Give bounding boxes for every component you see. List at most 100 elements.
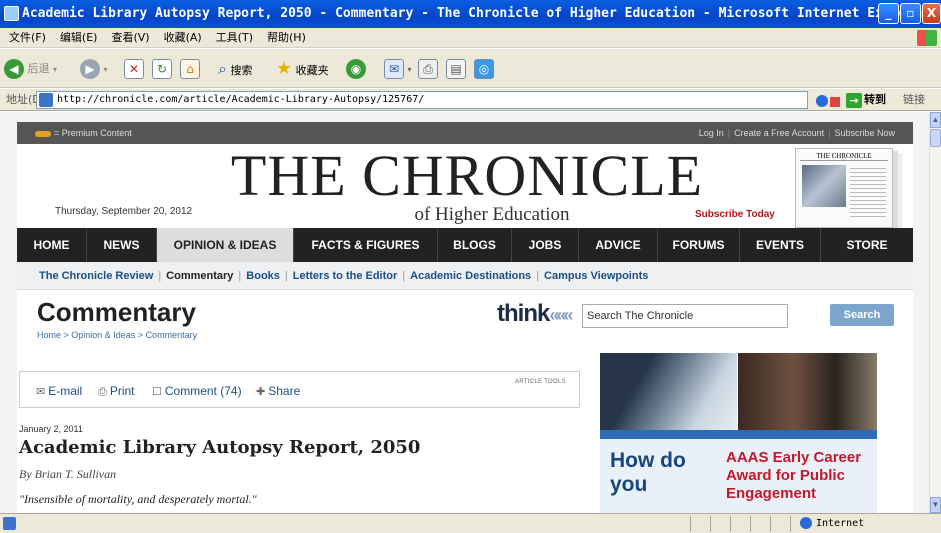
windows-logo-icon <box>917 30 937 46</box>
ie-icon <box>4 6 19 21</box>
nav-advice[interactable]: ADVICE <box>579 228 658 262</box>
browser-window: Academic Library Autopsy Report, 2050 - … <box>0 0 941 533</box>
divider: | <box>536 270 540 282</box>
status-divider <box>690 516 691 532</box>
ad-headline: How do you <box>610 449 686 496</box>
login-link[interactable]: Log In <box>695 128 728 138</box>
print-tool[interactable]: ⎙ Print <box>98 384 135 399</box>
nav-home[interactable]: HOME <box>17 228 87 262</box>
menu-help[interactable]: 帮助(H) <box>260 28 313 48</box>
window-title: Academic Library Autopsy Report, 2050 - … <box>22 6 930 21</box>
mail-dropdown-icon[interactable]: ▾ <box>408 65 412 74</box>
messenger-button[interactable]: ◎ <box>474 56 494 82</box>
scroll-up-icon[interactable]: ▲ <box>930 112 941 128</box>
subnav-letters[interactable]: Letters to the Editor <box>293 270 398 282</box>
scroll-down-icon[interactable]: ▼ <box>930 497 941 513</box>
nav-store[interactable]: STORE <box>821 228 913 262</box>
article-title: Academic Library Autopsy Report, 2050 <box>19 437 421 458</box>
site-logo-subtitle: of Higher Education <box>414 204 570 225</box>
subnav-books[interactable]: Books <box>246 270 280 282</box>
nav-facts-figures[interactable]: FACTS & FIGURES <box>294 228 438 262</box>
share-label: Share <box>268 384 301 398</box>
favorites-star-icon: ★ <box>276 58 293 79</box>
comment-tool[interactable]: ☐ Comment (74) <box>152 384 242 398</box>
go-button[interactable]: → 转到 <box>846 91 886 109</box>
premium-note: = Premium Content <box>35 122 132 144</box>
go-label: 转到 <box>864 93 886 106</box>
globe-icon <box>800 517 812 529</box>
media-button[interactable]: ◉ <box>346 56 366 82</box>
email-label: E-mail <box>48 384 83 398</box>
home-icon: ⌂ <box>180 59 200 79</box>
nav-jobs[interactable]: JOBS <box>512 228 579 262</box>
divider: | <box>402 270 406 282</box>
nav-opinion-ideas[interactable]: OPINION & IDEAS <box>157 228 294 262</box>
subnav-chronicle-review[interactable]: The Chronicle Review <box>39 270 153 282</box>
ad-body: How do you AAAS Early Career Award for P… <box>600 439 877 513</box>
maximize-button[interactable]: ▫ <box>900 3 921 24</box>
scroll-thumb[interactable] <box>930 129 941 147</box>
search-input[interactable]: Search The Chronicle <box>582 304 788 328</box>
edit-icon: ▤ <box>446 59 466 79</box>
menu-favorites[interactable]: 收藏(A) <box>157 28 209 48</box>
back-dropdown-icon[interactable]: ▾ <box>53 65 57 74</box>
main-nav: HOME NEWS OPINION & IDEAS FACTS & FIGURE… <box>17 228 913 262</box>
vertical-scrollbar[interactable]: ▲ ▼ <box>929 112 941 513</box>
subnav-academic-destinations[interactable]: Academic Destinations <box>410 270 531 282</box>
refresh-icon: ↻ <box>152 59 172 79</box>
key-icon <box>35 130 51 137</box>
address-input[interactable]: http://chronicle.com/article/Academic-Li… <box>36 91 808 109</box>
create-account-link[interactable]: Create a Free Account <box>730 128 828 138</box>
stop-button[interactable]: ✕ <box>124 56 144 82</box>
subscribe-now-link[interactable]: Subscribe Now <box>830 128 899 138</box>
think-label: think <box>497 300 550 327</box>
nav-events[interactable]: EVENTS <box>740 228 821 262</box>
print-icon: ⎙ <box>418 59 438 79</box>
nav-forums[interactable]: FORUMS <box>658 228 740 262</box>
search-button[interactable]: ⌕ 搜索 <box>218 56 252 82</box>
advertisement[interactable]: How do you AAAS Early Career Award for P… <box>600 353 877 513</box>
cover-text-lines <box>850 165 886 217</box>
menu-tools[interactable]: 工具(T) <box>209 28 260 48</box>
home-button[interactable]: ⌂ <box>180 56 200 82</box>
edit-button[interactable]: ▤ <box>446 56 466 82</box>
forward-button[interactable]: ▶ ▾ <box>80 56 108 82</box>
menu-edit[interactable]: 编辑(E) <box>53 28 105 48</box>
nav-news[interactable]: NEWS <box>87 228 157 262</box>
subscribe-today-link[interactable]: Subscribe Today <box>695 209 775 220</box>
links-button[interactable]: 链接 <box>903 89 925 111</box>
close-button[interactable]: X <box>922 3 941 24</box>
forward-dropdown-icon[interactable]: ▾ <box>104 65 108 74</box>
article-date: January 2, 2011 <box>19 424 83 434</box>
divider: | <box>238 270 242 282</box>
section-header: Commentary Home > Opinion & Ideas > Comm… <box>17 290 913 348</box>
print-label: Print <box>109 384 135 398</box>
sub-nav: The Chronicle Review | Commentary | Books | Le… <box>17 262 913 290</box>
menu-view[interactable]: 查看(V) <box>104 28 156 48</box>
toolbar-extras-icon[interactable] <box>816 93 842 107</box>
standard-toolbar: ◀ 后退 ▾ ▶ ▾ ✕ ↻ ⌂ ⌕ 搜索 ★ 收藏夹 ◉ ✉ ▾ ⎙ ▤ ◎ <box>0 49 941 88</box>
subnav-campus-viewpoints[interactable]: Campus Viewpoints <box>544 270 648 282</box>
address-bar: 地址(D) http://chronicle.com/article/Acade… <box>0 89 941 111</box>
site-logo[interactable]: THE CHRONICLE <box>227 146 707 206</box>
subnav-commentary[interactable]: Commentary <box>166 270 233 282</box>
speech-bubble-icon: ☐ <box>152 386 162 398</box>
divider: | <box>284 270 288 282</box>
status-divider <box>710 516 711 532</box>
email-tool[interactable]: ✉ E-mail <box>36 384 82 398</box>
back-arrow-icon: ◀ <box>4 59 24 79</box>
nav-blogs[interactable]: BLOGS <box>438 228 512 262</box>
back-button[interactable]: ◀ 后退 ▾ <box>4 56 57 82</box>
favorites-button[interactable]: ★ 收藏夹 <box>276 56 329 82</box>
print-button[interactable]: ⎙ <box>418 56 438 82</box>
share-plus-icon: ✚ <box>256 386 266 398</box>
issue-cover[interactable]: THE CHRONICLE <box>795 148 893 228</box>
refresh-button[interactable]: ↻ <box>152 56 172 82</box>
share-tool[interactable]: ✚ Share <box>256 384 300 398</box>
menu-file[interactable]: 文件(F) <box>0 28 53 48</box>
search-submit-button[interactable]: Search <box>830 304 894 326</box>
minimize-button[interactable]: _ <box>878 3 899 24</box>
mail-button[interactable]: ✉ ▾ <box>384 56 412 82</box>
forward-arrow-icon: ▶ <box>80 59 100 79</box>
breadcrumb[interactable]: Home > Opinion & Ideas > Commentary <box>37 330 197 340</box>
